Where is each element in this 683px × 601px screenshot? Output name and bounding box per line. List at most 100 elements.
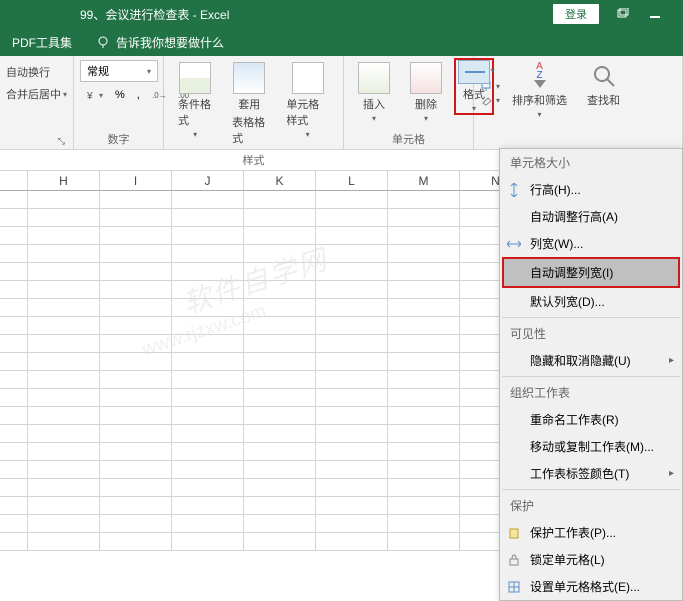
grid-cell[interactable]	[388, 443, 460, 461]
grid-cell[interactable]	[28, 245, 100, 263]
grid-cell[interactable]	[244, 353, 316, 371]
grid-cell[interactable]	[388, 515, 460, 533]
clear-button[interactable]: ▾	[480, 94, 500, 106]
restore-icon[interactable]	[615, 7, 631, 21]
select-all-corner[interactable]	[0, 171, 28, 191]
cell-styles-button[interactable]: 单元格样式 ▾	[278, 58, 337, 143]
accounting-format-button[interactable]: ¥▾	[80, 86, 108, 104]
grid-cell[interactable]	[388, 389, 460, 407]
row-header[interactable]	[0, 353, 28, 371]
menu-row-height[interactable]: 行高(H)...	[500, 176, 682, 203]
menu-protect-sheet[interactable]: 保护工作表(P)...	[500, 519, 682, 546]
grid-cell[interactable]	[28, 371, 100, 389]
grid-cell[interactable]	[172, 263, 244, 281]
row-header[interactable]	[0, 191, 28, 209]
grid-cell[interactable]	[388, 263, 460, 281]
menu-default-width[interactable]: 默认列宽(D)...	[500, 288, 682, 315]
grid-cell[interactable]	[100, 299, 172, 317]
grid-cell[interactable]	[100, 443, 172, 461]
menu-move-copy-sheet[interactable]: 移动或复制工作表(M)...	[500, 433, 682, 460]
grid-cell[interactable]	[172, 497, 244, 515]
pdf-tool-tab[interactable]: PDF工具集	[12, 34, 72, 51]
column-header[interactable]: H	[28, 171, 100, 191]
conditional-format-button[interactable]: 条件格式 ▾	[170, 58, 220, 143]
grid-cell[interactable]	[388, 497, 460, 515]
grid-cell[interactable]	[100, 317, 172, 335]
menu-format-cells[interactable]: 设置单元格格式(E)...	[500, 573, 682, 600]
grid-cell[interactable]	[244, 407, 316, 425]
grid-cell[interactable]	[100, 389, 172, 407]
grid-cell[interactable]	[316, 209, 388, 227]
grid-cell[interactable]	[172, 389, 244, 407]
sort-filter-button[interactable]: AZ 排序和筛选 ▾	[504, 58, 575, 123]
grid-cell[interactable]	[244, 479, 316, 497]
chevron-down-icon[interactable]: ▾	[63, 90, 67, 99]
row-header[interactable]	[0, 281, 28, 299]
menu-autofit-row-height[interactable]: 自动调整行高(A)	[500, 203, 682, 230]
insert-button[interactable]: 插入 ▾	[350, 58, 398, 127]
grid-cell[interactable]	[316, 317, 388, 335]
grid-cell[interactable]	[172, 461, 244, 479]
grid-cell[interactable]	[388, 533, 460, 551]
menu-column-width[interactable]: 列宽(W)...	[500, 230, 682, 257]
grid-cell[interactable]	[100, 209, 172, 227]
grid-cell[interactable]	[28, 443, 100, 461]
grid-cell[interactable]	[244, 497, 316, 515]
grid-cell[interactable]	[28, 227, 100, 245]
grid-cell[interactable]	[244, 317, 316, 335]
grid-cell[interactable]	[172, 407, 244, 425]
grid-cell[interactable]	[244, 245, 316, 263]
grid-cell[interactable]	[388, 461, 460, 479]
row-header[interactable]	[0, 479, 28, 497]
grid-cell[interactable]	[28, 497, 100, 515]
grid-cell[interactable]	[172, 335, 244, 353]
grid-cell[interactable]	[100, 371, 172, 389]
grid-cell[interactable]	[100, 533, 172, 551]
grid-cell[interactable]	[100, 425, 172, 443]
menu-lock-cell[interactable]: 锁定单元格(L)	[500, 546, 682, 573]
grid-cell[interactable]	[244, 299, 316, 317]
grid-cell[interactable]	[244, 389, 316, 407]
grid-cell[interactable]	[316, 353, 388, 371]
grid-cell[interactable]	[172, 479, 244, 497]
grid-cell[interactable]	[316, 335, 388, 353]
grid-cell[interactable]	[244, 191, 316, 209]
grid-cell[interactable]	[28, 479, 100, 497]
grid-cell[interactable]	[388, 335, 460, 353]
grid-cell[interactable]	[100, 515, 172, 533]
row-header[interactable]	[0, 263, 28, 281]
grid-cell[interactable]	[172, 299, 244, 317]
grid-cell[interactable]	[316, 227, 388, 245]
grid-cell[interactable]	[244, 209, 316, 227]
menu-autofit-column-width[interactable]: 自动调整列宽(I)	[502, 257, 680, 288]
grid-cell[interactable]	[28, 353, 100, 371]
merge-center-button[interactable]: 合并后居中	[6, 84, 61, 104]
row-header[interactable]	[0, 299, 28, 317]
delete-button[interactable]: 删除 ▾	[402, 58, 450, 127]
grid-cell[interactable]	[100, 497, 172, 515]
grid-cell[interactable]	[388, 209, 460, 227]
grid-cell[interactable]	[172, 353, 244, 371]
grid-cell[interactable]	[244, 371, 316, 389]
row-header[interactable]	[0, 245, 28, 263]
grid-cell[interactable]	[28, 533, 100, 551]
grid-cell[interactable]	[388, 317, 460, 335]
grid-cell[interactable]	[100, 479, 172, 497]
grid-cell[interactable]	[316, 407, 388, 425]
find-select-button[interactable]: 查找和	[579, 58, 628, 112]
row-header[interactable]	[0, 227, 28, 245]
grid-cell[interactable]	[388, 407, 460, 425]
grid-cell[interactable]	[172, 281, 244, 299]
grid-cell[interactable]	[244, 335, 316, 353]
grid-cell[interactable]	[100, 281, 172, 299]
grid-cell[interactable]	[172, 191, 244, 209]
grid-cell[interactable]	[316, 389, 388, 407]
grid-cell[interactable]	[172, 209, 244, 227]
row-header[interactable]	[0, 533, 28, 551]
grid-cell[interactable]	[28, 317, 100, 335]
grid-cell[interactable]	[28, 209, 100, 227]
grid-cell[interactable]	[244, 263, 316, 281]
grid-cell[interactable]	[316, 245, 388, 263]
percent-button[interactable]: %	[110, 86, 130, 104]
comma-button[interactable]: ,	[132, 86, 145, 104]
